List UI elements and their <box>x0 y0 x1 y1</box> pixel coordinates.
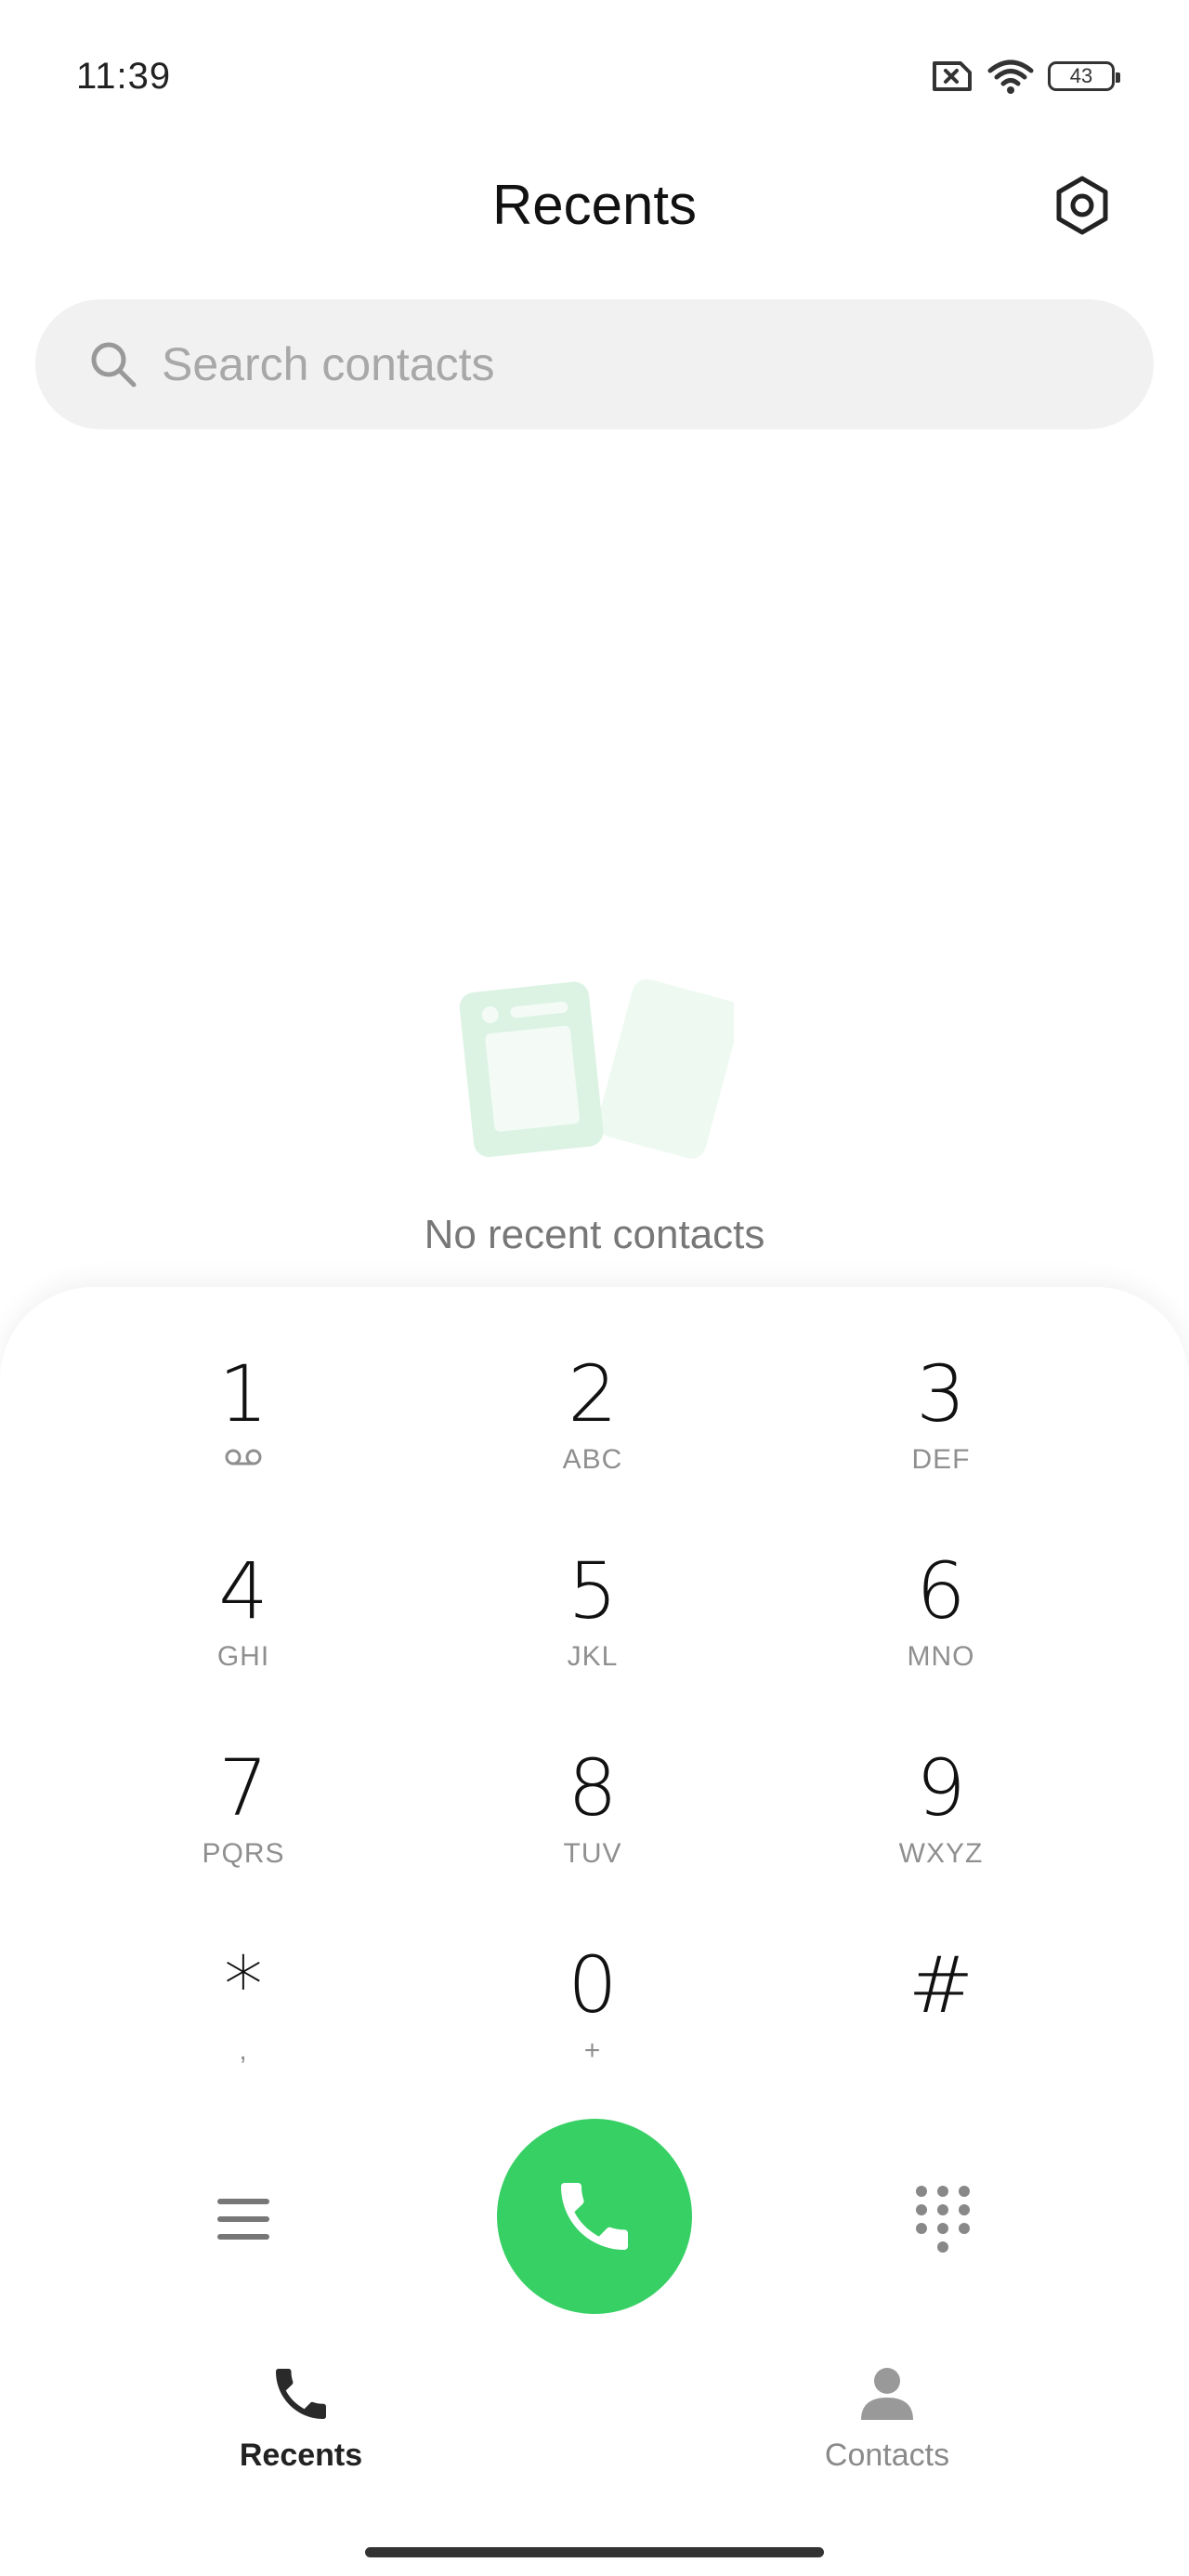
sim-blocked-icon <box>933 61 972 91</box>
call-button[interactable] <box>497 2119 692 2314</box>
dial-key-star[interactable]: * , <box>132 1939 355 2106</box>
dial-key-0[interactable]: 0 + <box>481 1939 704 2106</box>
dial-key-digit: 8 <box>568 1742 618 1833</box>
dial-key-digit: 5 <box>568 1545 618 1636</box>
dial-key-2[interactable]: 2 ABC <box>481 1347 704 1515</box>
tab-label: Recents <box>239 2438 363 2473</box>
status-icons: 43 <box>929 58 1120 95</box>
dial-key-letters: + <box>583 2035 602 2066</box>
tab-label: Contacts <box>824 2438 950 2473</box>
dial-key-digit: 9 <box>916 1742 966 1833</box>
search-icon <box>91 342 137 388</box>
dial-key-digit: 3 <box>916 1348 966 1439</box>
dialpad-icon[interactable] <box>910 2182 975 2256</box>
dial-key-letters: GHI <box>216 1641 270 1672</box>
empty-cards-illustration <box>459 979 734 1159</box>
tab-recents[interactable]: Recents <box>162 2360 440 2474</box>
dial-key-5[interactable]: 5 JKL <box>481 1544 704 1712</box>
battery-icon: 43 <box>1048 61 1120 91</box>
dial-key-digit: 6 <box>916 1545 966 1636</box>
status-bar: 11:39 43 <box>0 0 1189 158</box>
dial-key-letters: ABC <box>562 1444 623 1475</box>
tab-contacts[interactable]: Contacts <box>748 2360 1026 2474</box>
dial-key-hash[interactable]: # <box>830 1939 1052 2106</box>
person-icon <box>861 2368 913 2420</box>
empty-state-message: No recent contacts <box>424 1212 765 1257</box>
dial-key-7[interactable]: 7 PQRS <box>132 1741 355 1909</box>
dial-key-letters: MNO <box>907 1641 975 1672</box>
dial-key-4[interactable]: 4 GHI <box>132 1544 355 1712</box>
dial-key-digit: 1 <box>218 1348 268 1439</box>
dial-key-6[interactable]: 6 MNO <box>830 1544 1052 1712</box>
dial-key-letters: DEF <box>911 1444 971 1475</box>
status-time: 11:39 <box>76 56 172 97</box>
dial-key-letters: TUV <box>563 1838 622 1869</box>
search-bar[interactable]: Search contacts <box>35 299 1154 429</box>
dial-key-letters: PQRS <box>202 1838 285 1869</box>
page-title: Recents <box>491 174 698 236</box>
battery-level: 43 <box>1069 64 1093 87</box>
dial-key-8[interactable]: 8 TUV <box>481 1741 704 1909</box>
phone-icon <box>276 2369 326 2419</box>
dial-key-digit: 4 <box>218 1545 268 1636</box>
dial-key-digit: 0 <box>568 1939 618 2031</box>
dial-key-digit: * <box>224 1939 263 2031</box>
home-indicator[interactable] <box>365 2547 824 2557</box>
dial-key-digit: 7 <box>218 1742 268 1833</box>
settings-icon[interactable] <box>1050 173 1115 238</box>
dial-key-letters: , <box>239 2035 248 2066</box>
dial-key-1[interactable]: 1 <box>132 1347 355 1515</box>
menu-icon[interactable] <box>216 2191 271 2247</box>
dial-key-digit: # <box>908 1939 974 2031</box>
search-input[interactable]: Search contacts <box>162 337 495 391</box>
dial-key-letters: WXYZ <box>898 1838 984 1869</box>
dial-key-letters: JKL <box>567 1641 619 1672</box>
phone-icon <box>561 2183 628 2250</box>
dial-key-digit: 2 <box>568 1348 618 1439</box>
dial-key-3[interactable]: 3 DEF <box>830 1347 1052 1515</box>
dial-key-9[interactable]: 9 WXYZ <box>830 1741 1052 1909</box>
wifi-icon <box>987 59 1034 94</box>
voicemail-icon <box>225 1449 262 1465</box>
